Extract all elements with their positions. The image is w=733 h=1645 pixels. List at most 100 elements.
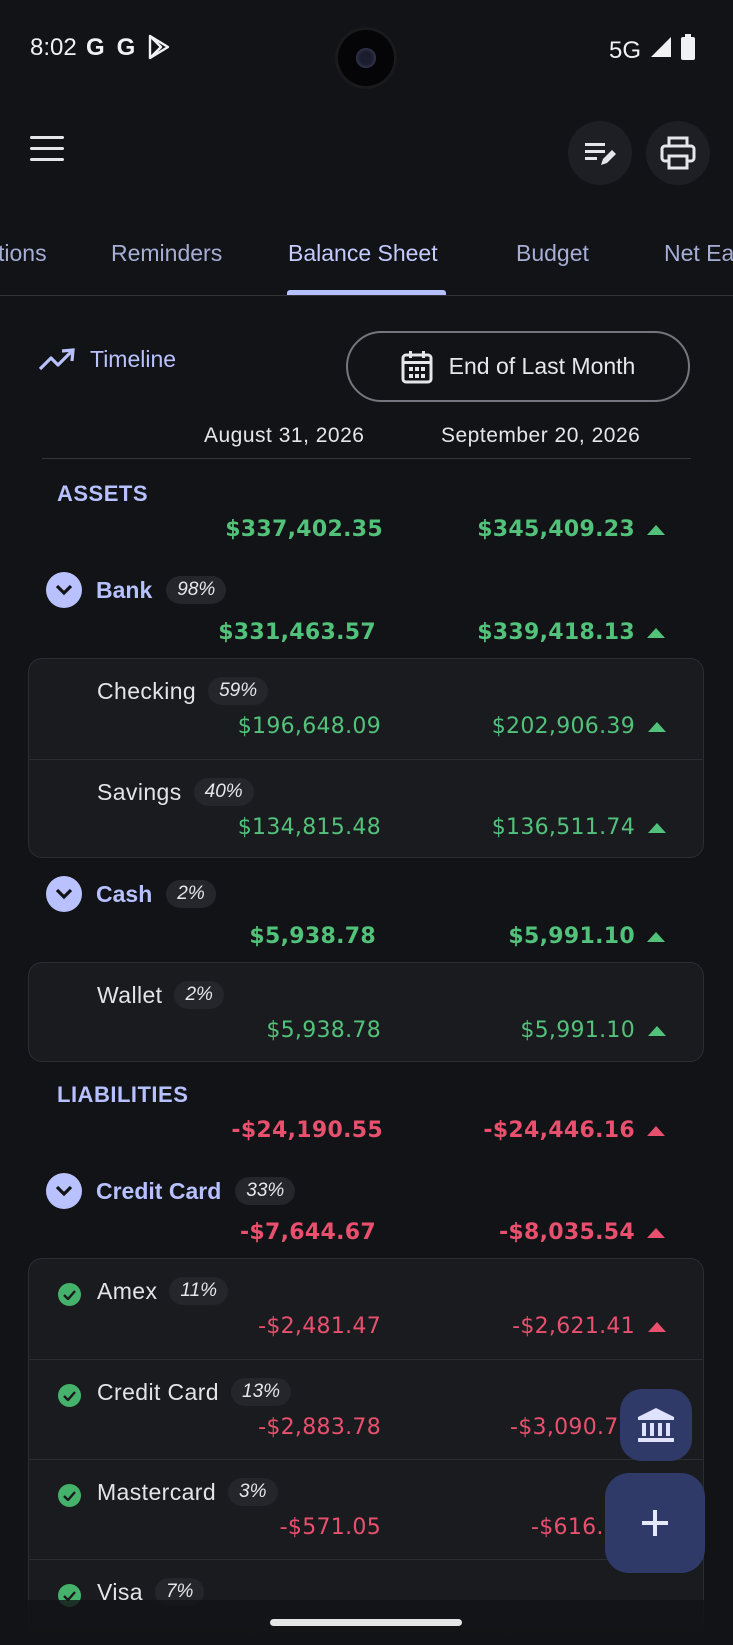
status-bar: 8:02 G G 5G [0,0,733,100]
google-icon: G [86,34,105,61]
bank-total-left: $331,463.57 [218,620,376,645]
assets-total-right: $345,409.23 [477,517,635,542]
account-amount-right: $136,511.74 [491,815,635,840]
chevron-down-icon[interactable] [46,1173,82,1209]
account-amount-right: $5,991.10 [520,1018,635,1043]
period-label: End of Last Month [448,353,636,379]
account-row-mastercard[interactable]: Mastercard 3% -$571.05 -$616. [29,1459,703,1559]
increase-arrow-icon [647,525,665,535]
liabilities-label: LIABILITIES [57,1082,189,1107]
account-amount-left: -$2,481.47 [258,1314,381,1339]
timeline-label: Timeline [90,346,177,372]
cash-accounts-card: Wallet 2% $5,938.78 $5,991.10 [28,962,704,1062]
status-time: 8:02 [30,34,77,61]
increase-arrow-icon [648,1322,666,1332]
plus-icon [642,1510,668,1536]
credit-card-accounts-card: Amex 11% -$2,481.47 -$2,621.41 Credit Ca… [28,1258,704,1645]
increase-arrow-icon [647,1228,665,1238]
bank-accounts-card: Checking 59% $196,648.09 $202,906.39 Sav… [28,658,704,858]
increase-arrow-icon [647,932,665,942]
assets-total-left: $337,402.35 [225,517,383,542]
account-amount-right: -$2,621.41 [512,1314,635,1339]
chevron-down-icon[interactable] [46,572,82,608]
liabilities-total-left: -$24,190.55 [231,1118,383,1143]
battery-icon [681,34,695,67]
network-label: 5G [608,36,641,64]
percent-badge: 98% [166,576,227,604]
increase-arrow-icon [648,823,666,833]
camera-cutout [338,30,394,86]
column-header-right: September 20, 2026 [441,424,641,447]
account-name: Checking [97,677,197,704]
account-amount-left: $134,815.48 [237,815,381,840]
account-amount-left: -$571.05 [279,1515,381,1540]
percent-badge: 3% [228,1478,278,1506]
menu-icon[interactable] [30,136,70,170]
column-header-left: August 31, 2026 [204,424,365,447]
notification-icons: G G [86,34,171,67]
print-button[interactable] [646,121,710,185]
account-amount-left: -$2,883.78 [258,1415,381,1440]
account-row-amex[interactable]: Amex 11% -$2,481.47 -$2,621.41 [29,1259,703,1359]
account-amount-right: $202,906.39 [491,714,635,739]
account-row-wallet[interactable]: Wallet 2% $5,938.78 $5,991.10 [29,963,703,1061]
group-name: Credit Card [96,1177,222,1204]
account-amount-left: $196,648.09 [237,714,381,739]
account-row-checking[interactable]: Checking 59% $196,648.09 $202,906.39 [29,659,703,759]
tab-transactions[interactable]: tions [0,240,47,267]
app-toolbar [0,118,733,188]
check-circle-icon [58,1484,81,1507]
period-select-button[interactable]: End of Last Month [346,331,690,402]
account-name: Mastercard [97,1478,217,1505]
percent-badge: 11% [169,1277,229,1305]
tab-budget[interactable]: Budget [516,240,589,267]
calendar-icon [401,350,433,383]
check-circle-icon [58,1283,81,1306]
increase-arrow-icon [648,722,666,732]
account-amount-left: $5,938.78 [266,1018,381,1043]
tab-bar: tions Reminders Balance Sheet Budget Net… [0,222,733,296]
account-name: Wallet [97,981,163,1008]
account-amount-right: -$616. [531,1515,604,1540]
credit-card-total-right: -$8,035.54 [499,1220,635,1245]
add-transaction-fab[interactable] [605,1473,705,1573]
check-circle-icon [58,1384,81,1407]
increase-arrow-icon [647,1126,665,1136]
group-row-bank[interactable]: Bank 98% [46,572,227,608]
credit-card-total-left: -$7,644.67 [240,1220,376,1245]
percent-badge: 40% [193,778,254,806]
percent-badge: 59% [208,677,269,705]
edit-list-icon [585,143,616,165]
percent-badge: 2% [174,981,224,1009]
accounts-fab[interactable] [620,1389,692,1461]
group-name: Cash [96,880,153,907]
signal-icon [649,35,673,66]
chevron-down-icon[interactable] [46,876,82,912]
google-icon: G [116,34,136,61]
tab-reminders[interactable]: Reminders [111,240,222,267]
group-row-credit-card[interactable]: Credit Card 33% [46,1173,296,1209]
assets-label: ASSETS [57,481,149,506]
increase-arrow-icon [647,628,665,638]
tab-balance-sheet[interactable]: Balance Sheet [288,240,438,267]
account-row-savings[interactable]: Savings 40% $134,815.48 $136,511.74 [29,759,703,857]
bank-icon [638,1408,674,1442]
percent-badge: 33% [235,1177,296,1205]
liabilities-total-right: -$24,446.16 [483,1118,635,1143]
percent-badge: 13% [231,1378,292,1406]
home-indicator[interactable] [270,1619,462,1626]
account-name: Credit Card [97,1378,219,1405]
trending-up-icon [38,347,75,370]
account-name: Savings [97,778,182,805]
cash-total-left: $5,938.78 [249,924,376,949]
tab-net-earnings[interactable]: Net Ea [664,240,733,267]
percent-badge: 2% [166,880,216,908]
group-name: Bank [96,576,153,603]
timeline-button[interactable]: Timeline [38,346,176,373]
bank-total-right: $339,418.13 [477,620,635,645]
edit-list-button[interactable] [568,121,632,185]
group-row-cash[interactable]: Cash 2% [46,876,216,912]
status-right: 5G [609,34,695,67]
print-icon [660,136,696,170]
account-row-credit-card[interactable]: Credit Card 13% -$2,883.78 -$3,090.7 [29,1359,703,1459]
